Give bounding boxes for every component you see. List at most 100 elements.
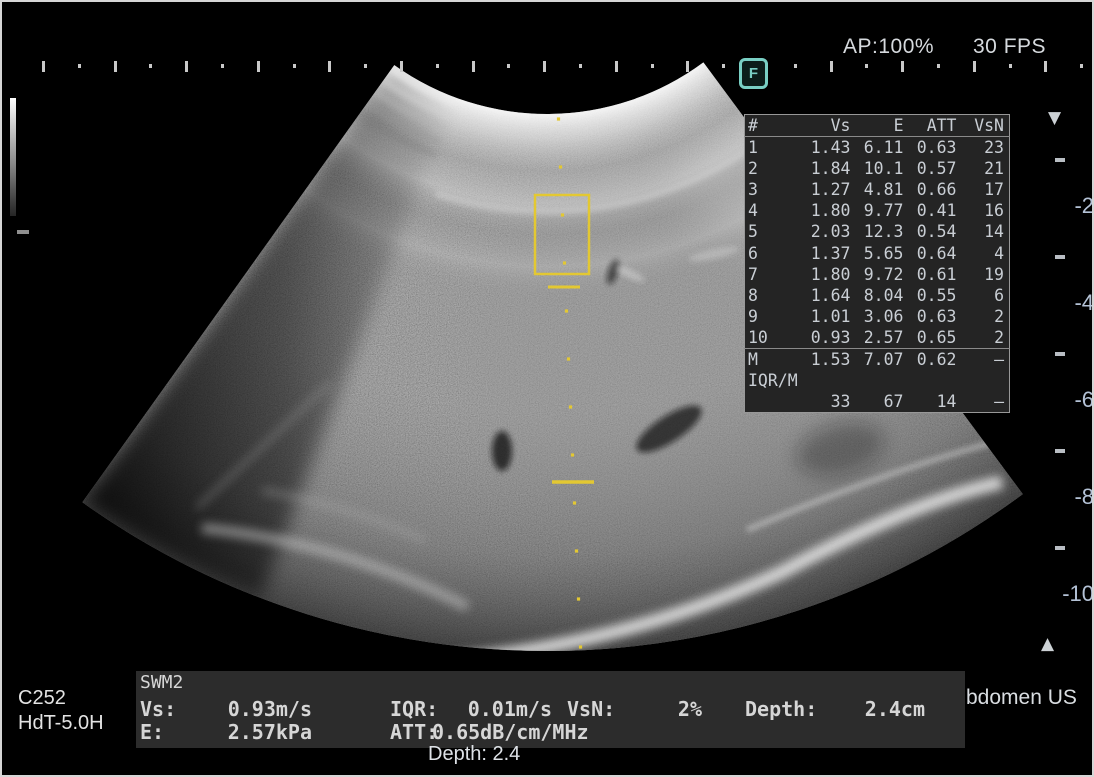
table-cell: 1.80 xyxy=(798,264,851,285)
depth-value: 2.4cm xyxy=(791,697,925,721)
table-cell: 5.65 xyxy=(851,243,904,264)
table-cell: 0.54 xyxy=(904,221,957,242)
table-row: 81.648.040.556 xyxy=(745,285,1010,306)
table-cell: 7.07 xyxy=(851,349,904,371)
table-cell: 3 xyxy=(745,179,798,200)
table-row: 61.375.650.644 xyxy=(745,243,1010,264)
table-cell: 1.80 xyxy=(798,200,851,221)
depth-scale-label: -4 xyxy=(1032,290,1094,316)
table-cell: 2.03 xyxy=(798,221,851,242)
table-cell: 33 xyxy=(798,391,851,413)
table-cell: 6.11 xyxy=(851,137,904,159)
depth-bottom-arrow-icon: ▲ xyxy=(1041,636,1054,653)
table-cell: 1.84 xyxy=(798,158,851,179)
table-cell: 1.01 xyxy=(798,306,851,327)
table-row: 52.0312.30.5414 xyxy=(745,221,1010,242)
depth-scale-label: -6 xyxy=(1032,387,1094,413)
table-cell: 5 xyxy=(745,221,798,242)
depth-top-arrow-icon: ▼ xyxy=(1048,110,1061,127)
table-cell: 1.27 xyxy=(798,179,851,200)
table-row: 11.436.110.6323 xyxy=(745,137,1010,159)
table-cell: 3.06 xyxy=(851,306,904,327)
depth-minor-tick xyxy=(1055,546,1065,550)
frame-rate-readout: 30 FPS xyxy=(973,35,1046,59)
table-cell: 14 xyxy=(904,391,957,413)
iqr-value: 0.01m/s xyxy=(432,697,552,721)
vs-label: Vs: xyxy=(140,697,176,721)
ultrasound-screen: AP:100% 30 FPS F #VsEATTVsN11.436.110.63… xyxy=(0,0,1094,777)
transducer-probe: HdT-5.0H xyxy=(18,711,104,736)
table-cell: 0.55 xyxy=(904,285,957,306)
table-cell: 9.72 xyxy=(851,264,904,285)
table-cell: – xyxy=(957,349,1010,371)
table-cell: 17 xyxy=(957,179,1010,200)
acoustic-power-readout: AP:100% xyxy=(843,35,934,59)
table-cell: 0.63 xyxy=(904,137,957,159)
table-cell: 14 xyxy=(957,221,1010,242)
table-cell: 0.66 xyxy=(904,179,957,200)
focus-indicator-icon: F xyxy=(739,58,768,89)
focus-letter: F xyxy=(749,65,758,82)
depth-scale-label: -2 xyxy=(1032,193,1094,219)
table-cell: 0.93 xyxy=(798,327,851,349)
table-cell: 21 xyxy=(957,158,1010,179)
table-row: 71.809.720.6119 xyxy=(745,264,1010,285)
table-row: 100.932.570.652 xyxy=(745,327,1010,349)
depth-minor-tick xyxy=(1055,158,1065,162)
swm-panel-title: SWM2 xyxy=(140,672,183,693)
table-cell: 2 xyxy=(957,327,1010,349)
mline-dot xyxy=(561,213,564,216)
median-row: M1.537.070.62– xyxy=(745,349,1010,371)
table-row: 41.809.770.4116 xyxy=(745,200,1010,221)
e-label: E: xyxy=(140,720,164,744)
mline-dot xyxy=(563,261,566,264)
att-label: ATT: xyxy=(390,720,438,744)
mline-dot xyxy=(575,549,578,552)
depth-minor-tick xyxy=(1055,255,1065,259)
iqr-values-row: 336714– xyxy=(745,391,1010,413)
att-value: 0.65dB/cm/MHz xyxy=(432,720,589,744)
transducer-info: C252 HdT-5.0H xyxy=(18,686,104,736)
vs-value: 0.93m/s xyxy=(176,697,312,721)
exam-preset-label: bdomen US xyxy=(966,686,1077,710)
mline-dot xyxy=(577,597,580,600)
swm-results-table: #VsEATTVsN11.436.110.632321.8410.10.5721… xyxy=(744,114,1010,413)
table-cell: 6 xyxy=(957,285,1010,306)
table-cell: 1.37 xyxy=(798,243,851,264)
iqr-label-row: IQR/M xyxy=(745,370,1010,391)
grayscale-bar xyxy=(10,98,16,216)
depth-minor-tick xyxy=(1055,449,1065,453)
mline-dot xyxy=(573,501,576,504)
table-cell: 8 xyxy=(745,285,798,306)
table-cell: 4 xyxy=(957,243,1010,264)
table-row: 31.274.810.6617 xyxy=(745,179,1010,200)
depth-readout: Depth: 2.4 xyxy=(428,743,520,766)
table-cell: 9 xyxy=(745,306,798,327)
table-cell: 0.61 xyxy=(904,264,957,285)
table-cell: 16 xyxy=(957,200,1010,221)
table-cell: 8.04 xyxy=(851,285,904,306)
depth-scale-label: -10 xyxy=(1032,581,1094,607)
table-cell: 1.43 xyxy=(798,137,851,159)
table-cell: 7 xyxy=(745,264,798,285)
table-cell: Vs xyxy=(798,115,851,137)
vsn-value: 2% xyxy=(602,697,702,721)
table-cell: 10 xyxy=(745,327,798,349)
table-cell: 1.53 xyxy=(798,349,851,371)
iqr-label-cell: IQR/M xyxy=(745,370,1010,391)
mline-dot xyxy=(571,453,574,456)
table-cell: 2 xyxy=(745,158,798,179)
table-cell: 0.62 xyxy=(904,349,957,371)
swm-measurement-panel: SWM2 Vs: 0.93m/s IQR: 0.01m/s VsN: 2% De… xyxy=(136,671,965,748)
mline-dot xyxy=(567,357,570,360)
table-cell: 6 xyxy=(745,243,798,264)
table-cell: ATT xyxy=(904,115,957,137)
mline-dot xyxy=(569,405,572,408)
table-cell: M xyxy=(745,349,798,371)
mline-dot xyxy=(579,645,582,648)
table-cell: VsN xyxy=(957,115,1010,137)
table-cell: 4.81 xyxy=(851,179,904,200)
table-cell: 0.57 xyxy=(904,158,957,179)
table-cell: 4 xyxy=(745,200,798,221)
table-cell: – xyxy=(957,391,1010,413)
